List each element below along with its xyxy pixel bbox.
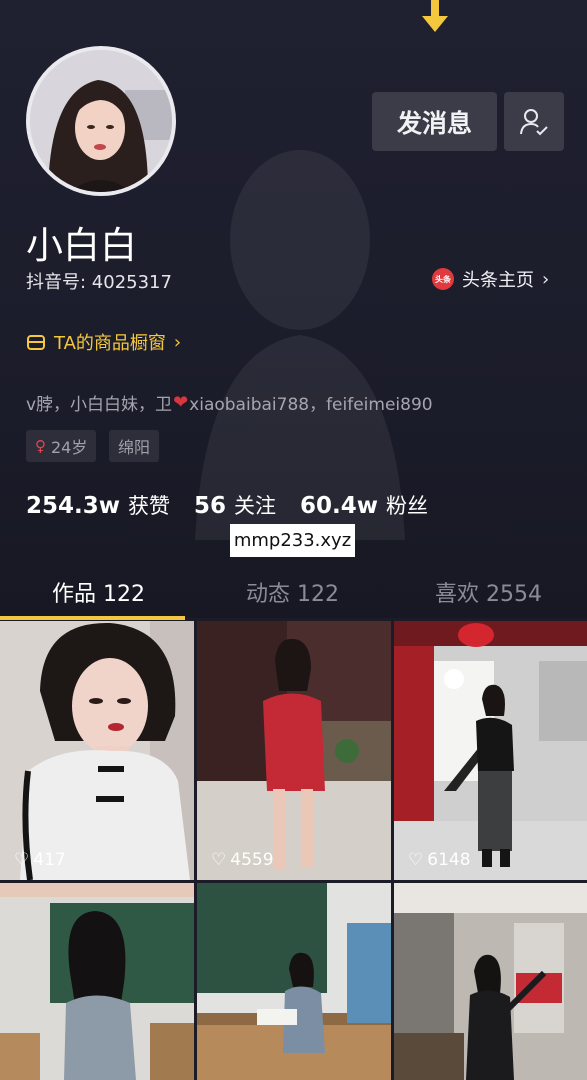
city-tag: 绵阳 xyxy=(109,430,160,462)
video-thumbnail[interactable]: ♡ 417 xyxy=(0,621,194,880)
video-grid: ♡ 417 ♡ 4559 ♡ 6148 xyxy=(0,621,587,1080)
profile-screen: 发消息 小白白 抖音号: 4025317 头条 头条主页 › TA的商品橱窗 ›… xyxy=(0,0,587,1080)
watermark: mmp233.xyz xyxy=(230,524,355,557)
video-thumbnail-image xyxy=(394,883,587,1080)
toutiao-homepage-link[interactable]: 头条 头条主页 › xyxy=(432,266,549,292)
heart-outline-icon: ♡ xyxy=(408,850,424,870)
send-message-button[interactable]: 发消息 xyxy=(372,92,497,151)
toutiao-icon: 头条 xyxy=(432,268,454,290)
follow-button[interactable] xyxy=(504,92,564,151)
shop-window-label: TA的商品橱窗 xyxy=(54,333,166,354)
like-count-value: 4559 xyxy=(230,850,274,870)
shop-icon xyxy=(27,335,45,350)
profile-bio: v脖，小白白妹，卫 ❤ xiaobaibai788，feifeimei890 xyxy=(26,390,433,415)
video-like-count: ♡ 6148 xyxy=(408,850,471,870)
chevron-right-icon: › xyxy=(173,331,182,353)
stat-followers[interactable]: 60.4w 粉丝 xyxy=(300,490,428,520)
user-check-icon xyxy=(520,108,548,135)
video-thumbnail-image xyxy=(0,621,194,880)
stat-following-label: 关注 xyxy=(234,494,277,518)
shop-window-link[interactable]: TA的商品橱窗 › xyxy=(26,329,181,355)
down-arrow-icon xyxy=(422,0,448,32)
avatar[interactable] xyxy=(26,46,176,196)
city-label: 绵阳 xyxy=(118,438,151,457)
video-thumbnail-image xyxy=(0,883,194,1080)
video-thumbnail[interactable] xyxy=(394,883,587,1080)
avatar-photo xyxy=(30,50,172,192)
video-thumbnail[interactable] xyxy=(197,883,391,1080)
stat-followers-label: 粉丝 xyxy=(386,494,429,518)
video-thumbnail[interactable]: ♡ 6148 xyxy=(394,621,587,880)
age-tag: ♀ 24岁 xyxy=(26,430,97,462)
profile-name: 小白白 xyxy=(26,224,137,267)
tab-liked[interactable]: 喜欢 2554 xyxy=(435,576,542,608)
stat-likes-value: 254.3w xyxy=(26,493,120,519)
heart-outline-icon: ♡ xyxy=(211,850,227,870)
video-like-count: ♡ 417 xyxy=(14,850,66,870)
bio-text-start: v脖，小白白妹，卫 xyxy=(26,395,173,415)
age-label: 24岁 xyxy=(51,438,88,457)
female-icon: ♀ xyxy=(35,437,46,455)
heart-icon: ❤ xyxy=(173,392,189,413)
profile-stats: 254.3w 获赞 56 关注 60.4w 粉丝 xyxy=(26,490,428,520)
stat-likes-label: 获赞 xyxy=(128,494,170,518)
stat-followers-value: 60.4w xyxy=(300,493,379,519)
douyin-id: 抖音号: 4025317 xyxy=(26,272,172,293)
active-tab-indicator xyxy=(0,616,185,620)
send-message-label: 发消息 xyxy=(396,108,472,138)
video-thumbnail-image xyxy=(394,621,587,880)
chevron-right-icon: › xyxy=(542,268,550,290)
video-thumbnail-image xyxy=(197,621,391,880)
stat-following-value: 56 xyxy=(194,493,227,519)
background-portrait xyxy=(195,150,405,540)
heart-outline-icon: ♡ xyxy=(14,850,30,870)
like-count-value: 417 xyxy=(33,850,66,870)
stat-likes: 254.3w 获赞 xyxy=(26,490,170,520)
profile-tabs: 作品 122 动态 122 喜欢 2554 xyxy=(0,568,587,620)
tab-dynamic[interactable]: 动态 122 xyxy=(246,576,339,608)
toutiao-label: 头条主页 xyxy=(462,270,534,291)
video-thumbnail[interactable]: ♡ 4559 xyxy=(197,621,391,880)
stat-following[interactable]: 56 关注 xyxy=(194,490,276,520)
video-thumbnail-image xyxy=(197,883,391,1080)
video-thumbnail[interactable] xyxy=(0,883,194,1080)
video-like-count: ♡ 4559 xyxy=(211,850,274,870)
bio-text-end: xiaobaibai788，feifeimei890 xyxy=(189,395,433,415)
tab-works[interactable]: 作品 122 xyxy=(52,576,145,608)
like-count-value: 6148 xyxy=(427,850,471,870)
